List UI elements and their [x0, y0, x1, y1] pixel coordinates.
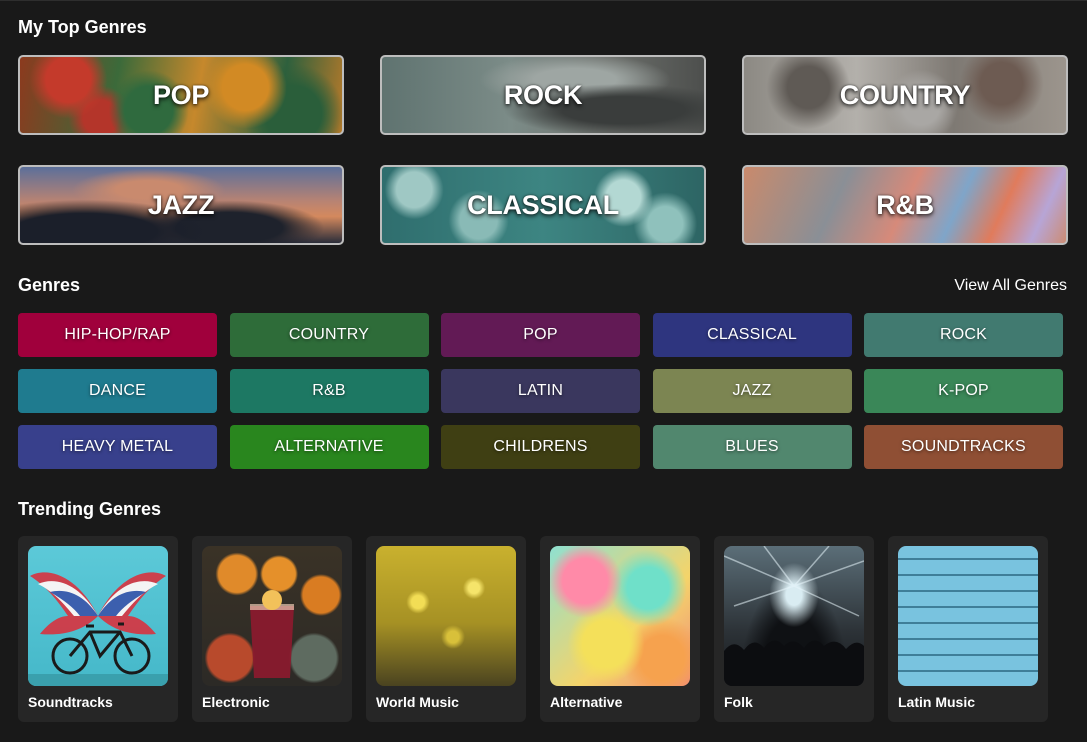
top-genre-card-jazz[interactable]: JAZZ: [18, 165, 344, 245]
trending-image-folk: [724, 546, 864, 686]
juice-glass-illustration: [250, 590, 294, 678]
concert-lights-illustration: [724, 546, 864, 686]
trending-label: World Music: [376, 694, 459, 710]
top-genre-card-country[interactable]: COUNTRY: [742, 55, 1068, 135]
trending-label: Soundtracks: [28, 694, 113, 710]
genre-pill-childrens[interactable]: CHILDRENS: [441, 425, 640, 469]
genre-pill-pop[interactable]: POP: [441, 313, 640, 357]
trending-genres-row: Soundtracks Electronic World Music Alter…: [18, 536, 1048, 722]
genre-pill-rock[interactable]: ROCK: [864, 313, 1063, 357]
genres-heading: Genres: [18, 275, 81, 295]
top-genre-label: POP: [152, 79, 210, 110]
genre-pill-latin[interactable]: LATIN: [441, 369, 640, 413]
top-genre-card-rock[interactable]: ROCK: [380, 55, 706, 135]
trending-card-folk[interactable]: Folk: [714, 536, 874, 722]
trending-image-alternative: [550, 546, 690, 686]
trending-label: Latin Music: [898, 694, 976, 710]
top-genre-card-pop[interactable]: POP: [18, 55, 344, 135]
my-top-genres-heading: My Top Genres: [18, 17, 147, 37]
top-genre-label: COUNTRY: [839, 79, 971, 110]
trending-image-latin-music: [898, 546, 1038, 686]
trending-image-world-music: [376, 546, 516, 686]
trending-label: Electronic: [202, 694, 270, 710]
trending-card-soundtracks[interactable]: Soundtracks: [18, 536, 178, 722]
top-genre-label: CLASSICAL: [467, 189, 619, 220]
genre-pill-jazz[interactable]: JAZZ: [652, 369, 852, 413]
genre-pill-grid: HIP-HOP/RAP COUNTRY POP CLASSICAL ROCK D…: [18, 313, 1063, 469]
top-genres-grid: POP ROCK COUNTRY JAZZ CLASSICAL R&B: [18, 55, 1068, 245]
top-genre-label: JAZZ: [147, 189, 215, 220]
wings-bicycle-illustration: [28, 572, 168, 686]
trending-image-soundtracks: [28, 546, 168, 686]
top-genre-card-rnb[interactable]: R&B: [742, 165, 1068, 245]
genre-pill-heavy-metal[interactable]: HEAVY METAL: [18, 425, 217, 469]
genre-pill-soundtracks[interactable]: SOUNDTRACKS: [864, 425, 1063, 469]
top-genre-card-classical[interactable]: CLASSICAL: [380, 165, 706, 245]
top-genre-label: R&B: [876, 189, 934, 220]
genre-pill-blues[interactable]: BLUES: [652, 425, 852, 469]
genre-pill-alternative[interactable]: ALTERNATIVE: [229, 425, 429, 469]
trending-card-alternative[interactable]: Alternative: [540, 536, 700, 722]
trending-label: Folk: [724, 694, 753, 710]
genre-pill-dance[interactable]: DANCE: [18, 369, 217, 413]
trending-card-world-music[interactable]: World Music: [366, 536, 526, 722]
trending-label: Alternative: [550, 694, 623, 710]
genre-pill-hip-hop-rap[interactable]: HIP-HOP/RAP: [18, 313, 217, 357]
view-all-genres-link[interactable]: View All Genres: [954, 277, 1067, 295]
genre-pill-country[interactable]: COUNTRY: [229, 313, 429, 357]
trending-card-latin-music[interactable]: Latin Music: [888, 536, 1048, 722]
trending-genres-heading: Trending Genres: [18, 499, 162, 519]
top-genre-label: ROCK: [503, 79, 583, 110]
trending-image-electronic: [202, 546, 342, 686]
trending-card-electronic[interactable]: Electronic: [192, 536, 352, 722]
genre-pill-rnb[interactable]: R&B: [229, 369, 429, 413]
genre-pill-classical[interactable]: CLASSICAL: [652, 313, 852, 357]
genre-pill-k-pop[interactable]: K-POP: [864, 369, 1063, 413]
